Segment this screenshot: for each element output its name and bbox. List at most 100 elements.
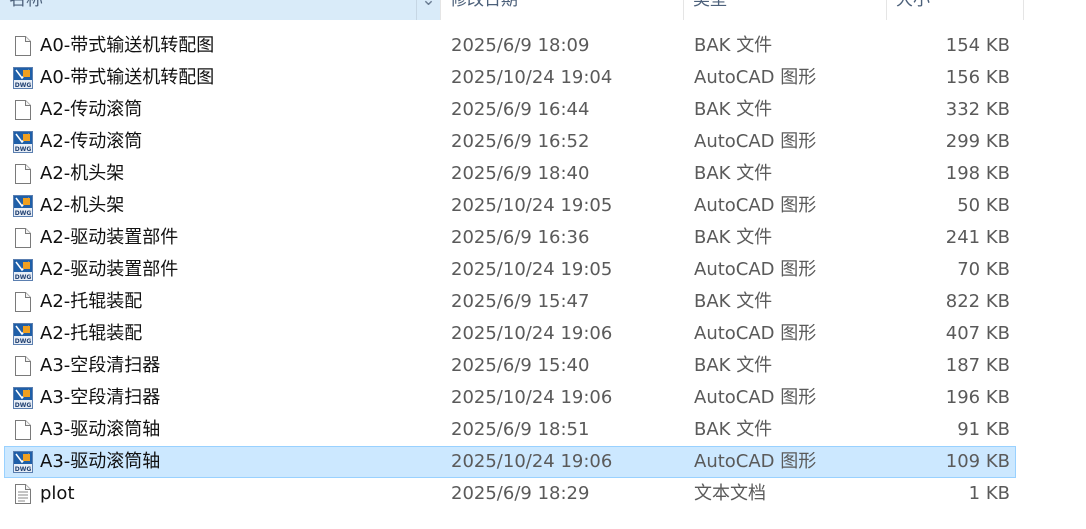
- svg-text:DWG: DWG: [15, 82, 32, 89]
- file-size: 332 KB: [945, 99, 1010, 120]
- generic-file-icon: [13, 355, 33, 377]
- file-modified-date: 2025/6/9 16:36: [451, 227, 590, 248]
- file-size: 1 KB: [968, 483, 1010, 504]
- file-row[interactable]: A2-驱动装置部件 2025/6/9 16:36 BAK 文件 241 KB: [4, 222, 1016, 254]
- file-name: A3-驱动滚筒轴: [40, 419, 161, 440]
- svg-text:DWG: DWG: [15, 274, 32, 281]
- file-modified-date: 2025/10/24 19:06: [451, 451, 613, 472]
- file-name: A3-驱动滚筒轴: [40, 451, 161, 472]
- file-name: A0-带式输送机转配图: [40, 67, 215, 88]
- file-type: BAK 文件: [694, 163, 773, 184]
- file-size: 299 KB: [945, 131, 1010, 152]
- file-modified-date: 2025/6/9 16:44: [451, 99, 590, 120]
- file-row[interactable]: DWG A2-托辊装配 2025/10/24 19:06 AutoCAD 图形 407 …: [4, 318, 1016, 350]
- file-type: AutoCAD 图形: [694, 323, 817, 344]
- generic-file-icon: [13, 99, 33, 121]
- file-row[interactable]: A2-传动滚筒 2025/6/9 16:44 BAK 文件 332 KB: [4, 94, 1016, 126]
- svg-text:DWG: DWG: [15, 466, 32, 473]
- generic-file-icon: [13, 35, 33, 57]
- file-modified-date: 2025/6/9 18:09: [451, 35, 590, 56]
- svg-text:DWG: DWG: [15, 338, 32, 345]
- file-name: A2-驱动装置部件: [40, 227, 179, 248]
- file-modified-date: 2025/10/24 19:04: [451, 67, 613, 88]
- file-type: AutoCAD 图形: [694, 259, 817, 280]
- file-size: 196 KB: [945, 387, 1010, 408]
- file-type: BAK 文件: [694, 291, 773, 312]
- file-row[interactable]: DWG A3-空段清扫器 2025/10/24 19:06 AutoCAD 图形 196…: [4, 382, 1016, 414]
- file-size: 50 KB: [957, 195, 1010, 216]
- file-row[interactable]: A0-带式输送机转配图 2025/6/9 18:09 BAK 文件 154 KB: [4, 30, 1016, 62]
- file-modified-date: 2025/10/24 19:05: [451, 195, 613, 216]
- file-type: BAK 文件: [694, 35, 773, 56]
- file-modified-date: 2025/6/9 15:40: [451, 355, 590, 376]
- dwg-file-icon: DWG: [13, 67, 33, 89]
- file-modified-date: 2025/6/9 18:51: [451, 419, 590, 440]
- column-header-bar: 名称 ⌄ 修改日期 类型 大小: [0, 0, 1024, 21]
- file-name: A3-空段清扫器: [40, 387, 161, 408]
- dwg-file-icon: DWG: [13, 323, 33, 345]
- generic-file-icon: [13, 227, 33, 249]
- file-type: AutoCAD 图形: [694, 67, 817, 88]
- file-name: A2-托辊装配: [40, 291, 143, 312]
- file-modified-date: 2025/10/24 19:06: [451, 323, 613, 344]
- file-type: AutoCAD 图形: [694, 131, 817, 152]
- file-row[interactable]: A3-空段清扫器 2025/6/9 15:40 BAK 文件 187 KB: [4, 350, 1016, 382]
- file-name: A2-机头架: [40, 195, 125, 216]
- file-row[interactable]: DWG A2-驱动装置部件 2025/10/24 19:05 AutoCAD 图形 70…: [4, 254, 1016, 286]
- file-row[interactable]: plot 2025/6/9 18:29 文本文档 1 KB: [4, 478, 1016, 510]
- dwg-file-icon: DWG: [13, 387, 33, 409]
- file-size: 187 KB: [945, 355, 1010, 376]
- column-header-name[interactable]: 名称: [0, 0, 417, 20]
- file-name: A2-机头架: [40, 163, 125, 184]
- file-size: 91 KB: [957, 419, 1010, 440]
- file-modified-date: 2025/6/9 18:29: [451, 483, 590, 504]
- file-modified-date: 2025/6/9 18:40: [451, 163, 590, 184]
- file-row[interactable]: A3-驱动滚筒轴 2025/6/9 18:51 BAK 文件 91 KB: [4, 414, 1016, 446]
- file-name: A3-空段清扫器: [40, 355, 161, 376]
- generic-file-icon: [13, 419, 33, 441]
- dwg-file-icon: DWG: [13, 259, 33, 281]
- file-name: A0-带式输送机转配图: [40, 35, 215, 56]
- file-type: BAK 文件: [694, 355, 773, 376]
- column-header-size[interactable]: 大小: [887, 0, 1024, 20]
- file-name: A2-传动滚筒: [40, 131, 143, 152]
- text-file-icon: [13, 483, 33, 505]
- file-name: plot: [40, 483, 75, 504]
- sort-dropdown-icon[interactable]: ⌄: [417, 0, 441, 20]
- file-size: 198 KB: [945, 163, 1010, 184]
- file-size: 822 KB: [945, 291, 1010, 312]
- file-type: BAK 文件: [694, 99, 773, 120]
- file-name: A2-托辊装配: [40, 323, 143, 344]
- file-modified-date: 2025/10/24 19:05: [451, 259, 613, 280]
- file-type: BAK 文件: [694, 227, 773, 248]
- file-row[interactable]: DWG A2-机头架 2025/10/24 19:05 AutoCAD 图形 50 KB: [4, 190, 1016, 222]
- column-header-type[interactable]: 类型: [684, 0, 887, 20]
- generic-file-icon: [13, 291, 33, 313]
- file-size: 109 KB: [945, 451, 1010, 472]
- svg-text:DWG: DWG: [15, 210, 32, 217]
- file-row[interactable]: DWG A0-带式输送机转配图 2025/10/24 19:04 AutoCAD 图形…: [4, 62, 1016, 94]
- file-modified-date: 2025/10/24 19:06: [451, 387, 613, 408]
- dwg-file-icon: DWG: [13, 195, 33, 217]
- column-header-date[interactable]: 修改日期: [441, 0, 684, 20]
- dwg-file-icon: DWG: [13, 131, 33, 153]
- dwg-file-icon: DWG: [13, 451, 33, 473]
- file-type: AutoCAD 图形: [694, 195, 817, 216]
- svg-text:DWG: DWG: [15, 402, 32, 409]
- generic-file-icon: [13, 163, 33, 185]
- file-size: 70 KB: [957, 259, 1010, 280]
- file-type: 文本文档: [694, 483, 766, 504]
- file-row[interactable]: DWG A2-传动滚筒 2025/6/9 16:52 AutoCAD 图形 299 KB: [4, 126, 1016, 158]
- file-size: 156 KB: [945, 67, 1010, 88]
- file-row-selected[interactable]: DWG A3-驱动滚筒轴 2025/10/24 19:06 AutoCAD 图形 109…: [4, 446, 1016, 478]
- file-row[interactable]: A2-托辊装配 2025/6/9 15:47 BAK 文件 822 KB: [4, 286, 1016, 318]
- svg-text:DWG: DWG: [15, 146, 32, 153]
- file-type: AutoCAD 图形: [694, 387, 817, 408]
- file-size: 154 KB: [945, 35, 1010, 56]
- file-name: A2-传动滚筒: [40, 99, 143, 120]
- file-size: 241 KB: [945, 227, 1010, 248]
- file-modified-date: 2025/6/9 16:52: [451, 131, 590, 152]
- file-type: BAK 文件: [694, 419, 773, 440]
- file-row[interactable]: A2-机头架 2025/6/9 18:40 BAK 文件 198 KB: [4, 158, 1016, 190]
- file-modified-date: 2025/6/9 15:47: [451, 291, 590, 312]
